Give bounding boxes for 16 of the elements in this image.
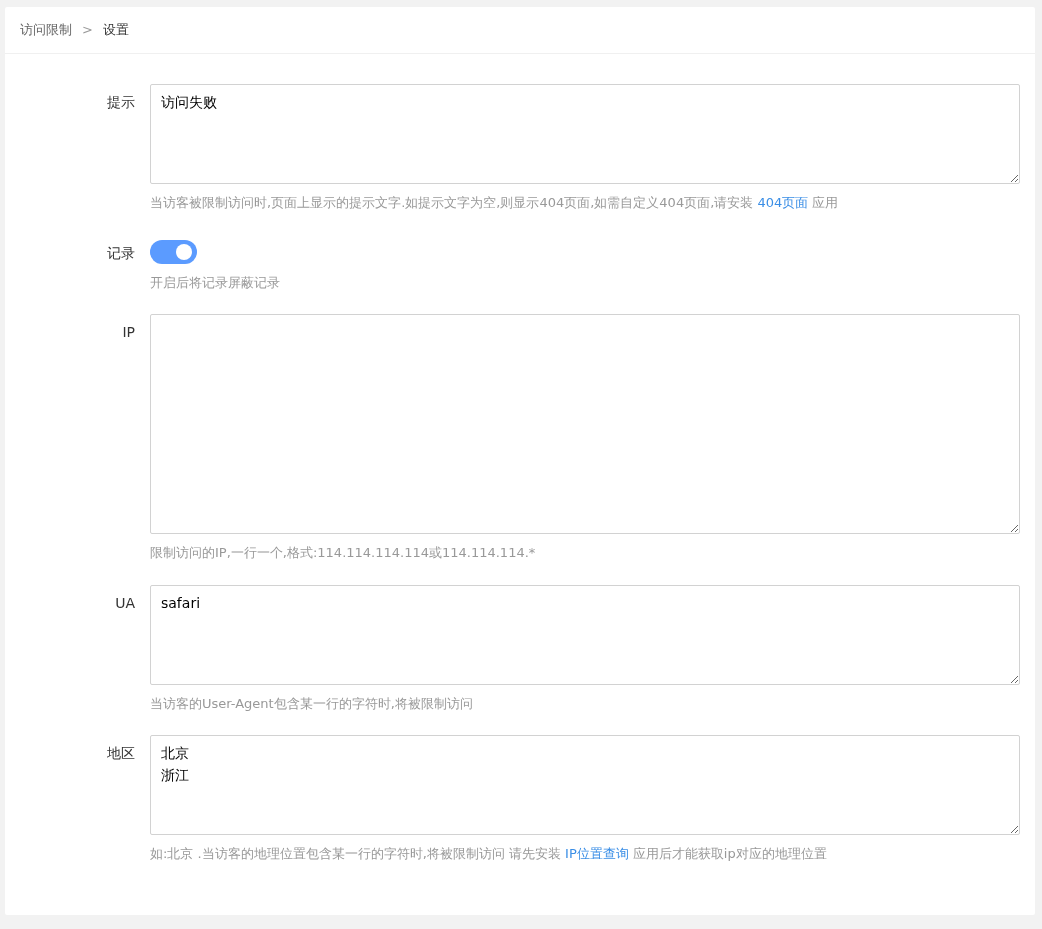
breadcrumb-item: 设置 <box>102 21 129 40</box>
field-label: 地区 <box>106 744 136 763</box>
breadcrumb-item[interactable]: 访问限制 <box>20 20 72 40</box>
help-link[interactable]: IP位置查询 <box>565 846 629 861</box>
text-area[interactable]: 访问失败 <box>150 84 1020 184</box>
text-area[interactable]: 北京 浙江 <box>150 735 1020 835</box>
breadcrumb-separator: > <box>82 21 93 40</box>
toggle-switch[interactable] <box>150 239 197 264</box>
field-label: 记录 <box>106 243 136 263</box>
field-label: IP <box>121 323 136 342</box>
text-area[interactable]: safari <box>150 584 1020 685</box>
help-text: 开启后将记录屏蔽记录 <box>150 273 281 292</box>
help-text: 当访客被限制访问时,页面上显示的提示文字.如提示文字为空,则显示404页面,如需自定义404页面,请安装 404页面 应用 <box>150 194 840 212</box>
field-label: 提示 <box>106 93 136 112</box>
help-link[interactable]: 404页面 <box>757 195 809 210</box>
field-label: UA <box>114 593 136 613</box>
